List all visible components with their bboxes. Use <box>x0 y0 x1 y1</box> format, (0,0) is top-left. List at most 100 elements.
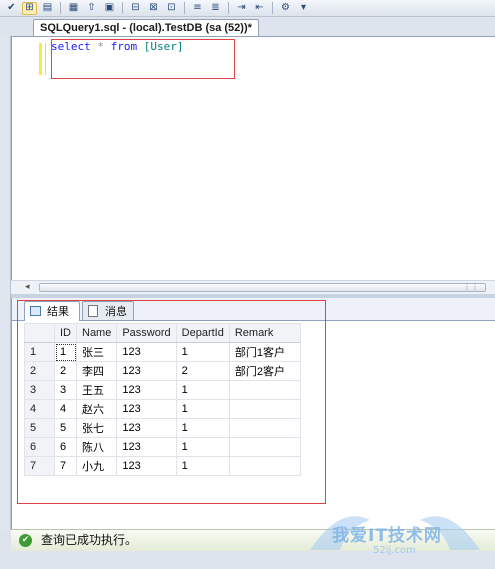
cell-password[interactable]: 123 <box>116 380 177 400</box>
cell-name[interactable]: 张三 <box>75 342 118 362</box>
outdent-icon[interactable]: ⊠ <box>146 2 161 15</box>
toolbar-separator <box>60 2 61 14</box>
cell-remark[interactable] <box>228 456 301 476</box>
cell-id[interactable]: 4 <box>54 399 77 419</box>
results-pane: 结果 消息 ID Name Password DepartId Remark 1… <box>11 298 495 529</box>
toolbar-separator <box>122 2 123 14</box>
indent-icon[interactable]: ⊟ <box>128 2 143 15</box>
editor-horizontal-scrollbar[interactable]: ◂ ⋮⋮ <box>11 280 495 294</box>
column-header-name[interactable]: Name <box>75 323 118 343</box>
cell-departid[interactable]: 1 <box>175 456 230 476</box>
star-operator: * <box>97 40 104 53</box>
cell-id[interactable]: 7 <box>54 456 77 476</box>
scroll-left-icon[interactable]: ◂ <box>25 282 30 292</box>
toolbar-separator <box>228 2 229 14</box>
left-dock-strip <box>0 36 11 530</box>
editor-gutter <box>45 43 46 75</box>
toolbar-separator <box>184 2 185 14</box>
template-params-icon[interactable]: ⚙ <box>278 2 293 15</box>
changed-line-marker <box>39 43 42 75</box>
tab-results[interactable]: 结果 <box>24 301 80 321</box>
cell-name[interactable]: 张七 <box>75 418 118 438</box>
tab-results-label: 结果 <box>47 305 69 318</box>
cell-departid[interactable]: 1 <box>175 437 230 457</box>
row-number[interactable]: 3 <box>24 380 55 400</box>
column-header-password[interactable]: Password <box>116 323 177 343</box>
cell-id[interactable]: 3 <box>54 380 77 400</box>
grid-icon <box>30 306 41 316</box>
cell-name[interactable]: 王五 <box>75 380 118 400</box>
cell-name[interactable]: 陈八 <box>75 437 118 457</box>
cell-password[interactable]: 123 <box>116 399 177 419</box>
row-number[interactable]: 1 <box>24 342 55 362</box>
results-grid: ID Name Password DepartId Remark 1 1 张三 … <box>24 323 301 476</box>
cell-password[interactable]: 123 <box>116 437 177 457</box>
grid-header-row: ID Name Password DepartId Remark <box>24 323 301 343</box>
table-row[interactable]: 6 6 陈八 123 1 <box>24 437 301 457</box>
cell-remark[interactable] <box>228 418 301 438</box>
cell-departid[interactable]: 1 <box>175 399 230 419</box>
scrollbar-thumb[interactable] <box>39 283 486 292</box>
query-designer-icon[interactable]: ⊞ <box>22 1 37 15</box>
table-row[interactable]: 7 7 小九 123 1 <box>24 456 301 476</box>
column-header-remark[interactable]: Remark <box>228 323 301 343</box>
toolbar-overflow-icon[interactable]: ▾ <box>296 2 311 15</box>
cell-remark[interactable]: 部门1客户 <box>228 342 301 362</box>
row-number[interactable]: 5 <box>24 418 55 438</box>
row-number[interactable]: 4 <box>24 399 55 419</box>
table-row[interactable]: 1 1 张三 123 1 部门1客户 <box>24 342 301 362</box>
row-number-header <box>24 323 55 343</box>
specify-values-icon[interactable]: ≣ <box>208 2 223 15</box>
results-tab-strip: 结果 消息 <box>12 298 495 321</box>
cell-remark[interactable] <box>228 380 301 400</box>
cell-departid[interactable]: 1 <box>175 380 230 400</box>
success-check-icon: ✔ <box>19 534 32 547</box>
results-to-file-icon[interactable]: ▣ <box>102 2 117 15</box>
table-row[interactable]: 5 5 张七 123 1 <box>24 418 301 438</box>
toolbar: ✔ ⊞ ▤ ▦ ⇧ ▣ ⊟ ⊠ ⊡ ≡ ≣ ⇥ ⇤ ⚙ ▾ <box>0 0 495 17</box>
cell-password[interactable]: 123 <box>116 456 177 476</box>
cell-password[interactable]: 123 <box>116 418 177 438</box>
keyword-from: from <box>110 40 138 53</box>
comment-icon[interactable]: ⊡ <box>164 2 179 15</box>
cell-remark[interactable]: 部门2客户 <box>228 361 301 381</box>
table-row[interactable]: 2 2 李四 123 2 部门2客户 <box>24 361 301 381</box>
check-icon[interactable]: ✔ <box>4 2 19 15</box>
table-row[interactable]: 3 3 王五 123 1 <box>24 380 301 400</box>
column-header-id[interactable]: ID <box>54 323 77 343</box>
row-number[interactable]: 2 <box>24 361 55 381</box>
decrease-indent-icon[interactable]: ⇤ <box>252 2 267 15</box>
cell-name[interactable]: 赵六 <box>75 399 118 419</box>
increase-indent-icon[interactable]: ⇥ <box>234 2 249 15</box>
column-header-departid[interactable]: DepartId <box>175 323 230 343</box>
cell-departid[interactable]: 2 <box>175 361 230 381</box>
messages-icon <box>88 305 98 317</box>
cell-password[interactable]: 123 <box>116 342 177 362</box>
tab-messages[interactable]: 消息 <box>82 301 134 320</box>
results-to-text-icon[interactable]: ▤ <box>40 2 55 15</box>
query-editor[interactable]: select * from [User] <box>11 36 495 280</box>
results-to-grid-icon[interactable]: ▦ <box>66 2 81 15</box>
cell-id[interactable]: 6 <box>54 437 77 457</box>
table-name: [User] <box>143 40 184 53</box>
cell-id[interactable]: 1 <box>54 342 77 362</box>
include-stats-icon[interactable]: ⇧ <box>84 2 99 15</box>
uncomment-icon[interactable]: ≡ <box>190 2 205 15</box>
row-number[interactable]: 6 <box>24 437 55 457</box>
cell-departid[interactable]: 1 <box>175 418 230 438</box>
row-number[interactable]: 7 <box>24 456 55 476</box>
cell-remark[interactable] <box>228 437 301 457</box>
cell-id[interactable]: 5 <box>54 418 77 438</box>
toolbar-separator <box>272 2 273 14</box>
document-tab[interactable]: SQLQuery1.sql - (local).TestDB (sa (52))… <box>33 19 259 37</box>
keyword-select: select <box>51 40 91 53</box>
cell-name[interactable]: 小九 <box>75 456 118 476</box>
table-row[interactable]: 4 4 赵六 123 1 <box>24 399 301 419</box>
cell-password[interactable]: 123 <box>116 361 177 381</box>
watermark-text: 我爱IT技术网 <box>332 526 442 546</box>
cell-name[interactable]: 李四 <box>75 361 118 381</box>
cell-id[interactable]: 2 <box>54 361 77 381</box>
cell-departid[interactable]: 1 <box>175 342 230 362</box>
cell-remark[interactable] <box>228 399 301 419</box>
query-text[interactable]: select * from [User] <box>51 40 184 53</box>
